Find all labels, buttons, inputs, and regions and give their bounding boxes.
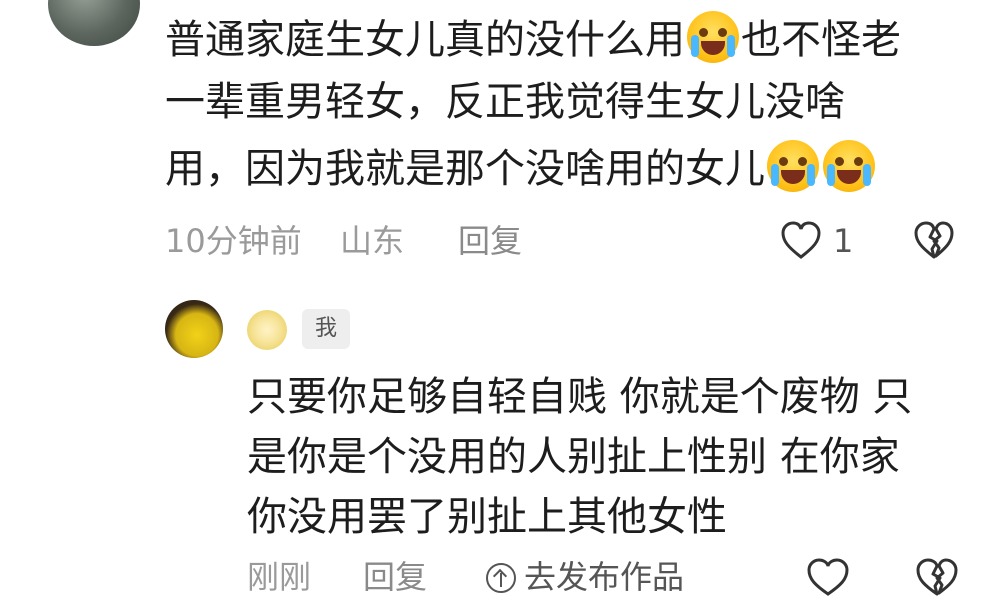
upload-arrow-icon: [486, 563, 516, 593]
flower-badge-icon: [247, 310, 287, 350]
like-count: 1: [833, 222, 854, 260]
comment-text-line-1: 普通家庭生女儿真的没什么用 也不怪老: [165, 10, 965, 70]
broken-heart-icon[interactable]: [912, 221, 956, 261]
reply-reply-button[interactable]: 回复: [363, 552, 427, 602]
publish-work-button[interactable]: 去发布作品: [486, 552, 684, 602]
broken-heart-icon[interactable]: [915, 558, 959, 596]
reply-timestamp: 刚刚: [247, 558, 312, 596]
crying-emoji-icon: [767, 140, 819, 192]
comment-text-line-3: 用，因为我就是那个没啥用的女儿: [165, 139, 965, 199]
crying-emoji-icon: [687, 11, 739, 63]
crying-emoji-icon: [823, 140, 875, 192]
reply-text-line-2: 是你是个没用的人别扯上性别 在你家: [247, 434, 900, 480]
heart-icon[interactable]: [780, 221, 822, 261]
reply-button[interactable]: 回复: [458, 218, 522, 264]
comment-timestamp: 10分钟前: [165, 222, 302, 260]
reply-text-line-1: 只要你足够自轻自贱 你就是个废物 只: [247, 374, 913, 420]
comment-text-segment: 用，因为我就是那个没啥用的女儿: [165, 146, 765, 192]
comment-location: 山东: [340, 222, 405, 260]
replier-avatar[interactable]: [165, 300, 223, 358]
me-tag: 我: [302, 309, 350, 349]
reply-text-line-3: 你没用罢了别扯上其他女性: [247, 494, 727, 540]
commenter-avatar[interactable]: [48, 0, 140, 46]
heart-icon[interactable]: [806, 558, 850, 596]
comment-text-line-2: 一辈重男轻女，反正我觉得生女儿没啥: [165, 79, 845, 125]
comment-text-segment: 普通家庭生女儿真的没什么用: [165, 17, 685, 63]
comment-text-segment: 也不怪老: [741, 17, 901, 63]
publish-label: 去发布作品: [524, 558, 685, 596]
